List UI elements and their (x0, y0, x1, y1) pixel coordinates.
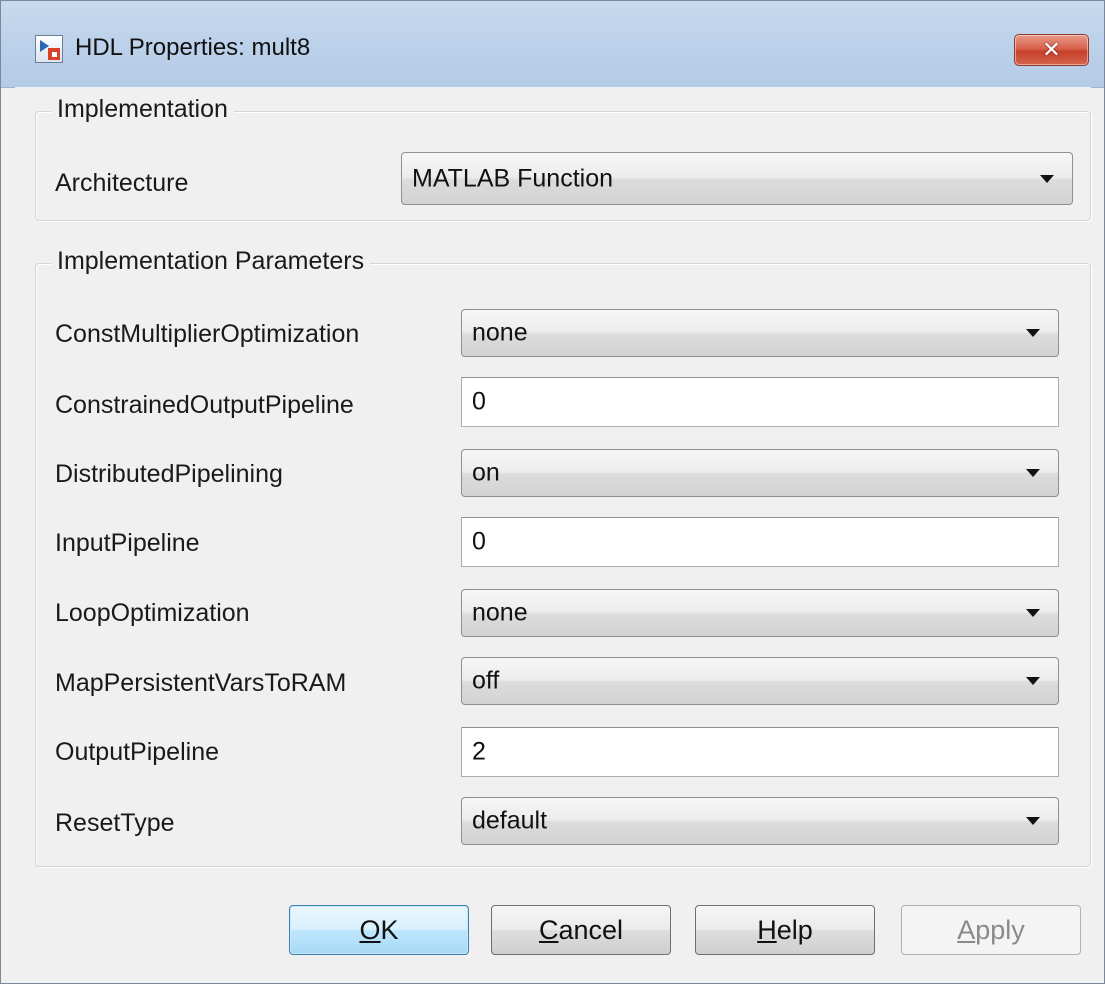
architecture-dropdown[interactable]: MATLAB Function (401, 152, 1073, 205)
ok-mnemonic: O (359, 914, 381, 945)
param-value: none (472, 318, 528, 347)
chevron-down-icon (1026, 609, 1040, 617)
param-value: off (472, 666, 500, 695)
chevron-down-icon (1026, 329, 1040, 337)
param-value: on (472, 458, 500, 487)
param-label-loopoptimization: LoopOptimization (55, 599, 250, 627)
architecture-value: MATLAB Function (412, 164, 614, 192)
param-label-constrainedoutputpipeline: ConstrainedOutputPipeline (55, 391, 354, 419)
param-label-mappersistentvarstoram: MapPersistentVarsToRAM (55, 669, 347, 697)
cancel-mnemonic: C (538, 914, 559, 945)
ok-button[interactable]: OK (289, 905, 469, 955)
title-bar[interactable]: HDL Properties: mult8 ✕ (1, 1, 1104, 88)
param-label-constmultiplieroptimization: ConstMultiplierOptimization (55, 320, 360, 348)
chevron-down-icon (1026, 677, 1040, 685)
param-label-distributedpipelining: DistributedPipelining (55, 460, 283, 488)
dialog-body: Implementation Architecture MATLAB Funct… (15, 87, 1091, 973)
param-value: 0 (472, 527, 486, 556)
apply-button[interactable]: Apply (901, 905, 1081, 955)
ok-label-rest: K (380, 914, 399, 945)
param-dropdown-resettype[interactable]: default (461, 797, 1059, 845)
close-button[interactable]: ✕ (1014, 34, 1089, 66)
cancel-label-rest: ancel (558, 914, 624, 945)
param-value: none (472, 598, 528, 627)
apply-mnemonic: A (957, 914, 976, 945)
param-dropdown-mappersistentvarstoram[interactable]: off (461, 657, 1059, 705)
param-value: default (472, 806, 548, 835)
apply-label-rest: pply (975, 914, 1025, 945)
param-label-resettype: ResetType (55, 809, 175, 837)
simulink-block-icon (35, 35, 63, 63)
help-mnemonic: H (757, 914, 777, 945)
architecture-label: Architecture (55, 169, 189, 197)
implementation-legend: Implementation (51, 95, 234, 124)
param-dropdown-constmultiplieroptimization[interactable]: none (461, 309, 1059, 357)
help-button[interactable]: Help (695, 905, 875, 955)
help-label-rest: elp (776, 914, 813, 945)
param-value: 0 (472, 387, 486, 416)
chevron-down-icon (1026, 817, 1040, 825)
param-input-constrainedoutputpipeline[interactable]: 0 (461, 377, 1059, 427)
chevron-down-icon (1026, 469, 1040, 477)
param-dropdown-distributedpipelining[interactable]: on (461, 449, 1059, 497)
param-label-outputpipeline: OutputPipeline (55, 738, 220, 766)
param-input-outputpipeline[interactable]: 2 (461, 727, 1059, 777)
implementation-parameters-legend: Implementation Parameters (51, 247, 371, 276)
hdl-properties-dialog: HDL Properties: mult8 ✕ Implementation A… (0, 0, 1105, 984)
param-value: 2 (472, 737, 486, 766)
param-input-inputpipeline[interactable]: 0 (461, 517, 1059, 567)
cancel-button[interactable]: Cancel (491, 905, 671, 955)
param-dropdown-loopoptimization[interactable]: none (461, 589, 1059, 637)
chevron-down-icon (1040, 174, 1054, 183)
window-title: HDL Properties: mult8 (75, 34, 311, 61)
close-icon: ✕ (1042, 37, 1061, 62)
param-label-inputpipeline: InputPipeline (55, 529, 200, 557)
